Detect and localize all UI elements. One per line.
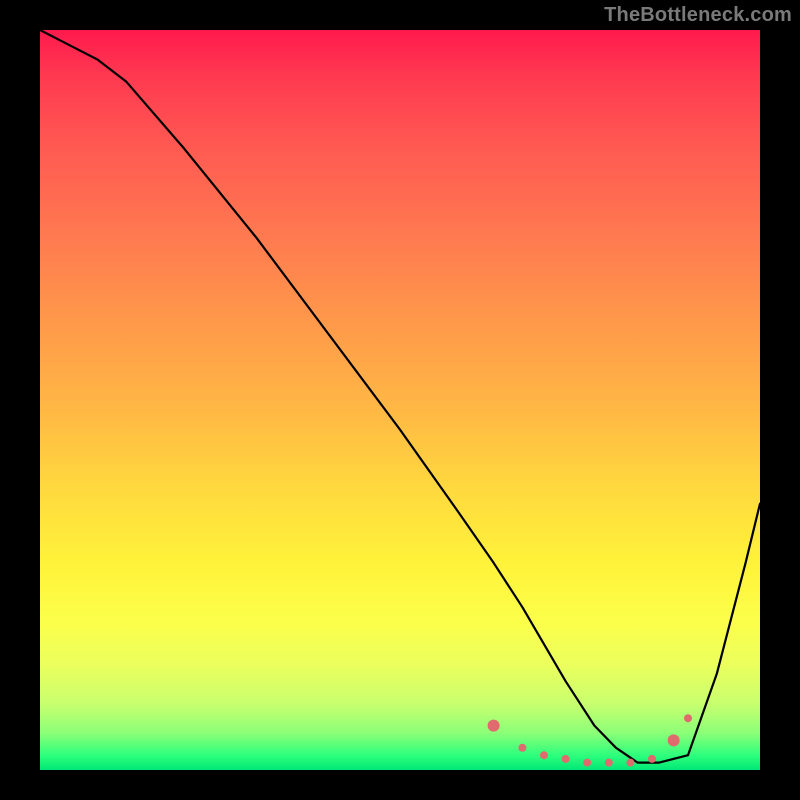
highlight-points <box>488 714 692 766</box>
bottleneck-curve <box>40 30 760 763</box>
highlight-dot <box>684 714 692 722</box>
highlight-dot <box>583 759 591 767</box>
highlight-dot <box>605 759 613 767</box>
highlight-dot <box>540 751 548 759</box>
chart-overlay <box>40 30 760 770</box>
watermark-text: TheBottleneck.com <box>604 4 792 27</box>
chart-frame: TheBottleneck.com <box>0 0 800 800</box>
highlight-dot <box>626 759 634 767</box>
highlight-dot <box>488 720 500 732</box>
highlight-dot <box>648 755 656 763</box>
highlight-dot <box>668 734 680 746</box>
highlight-dot <box>562 755 570 763</box>
highlight-dot <box>518 744 526 752</box>
